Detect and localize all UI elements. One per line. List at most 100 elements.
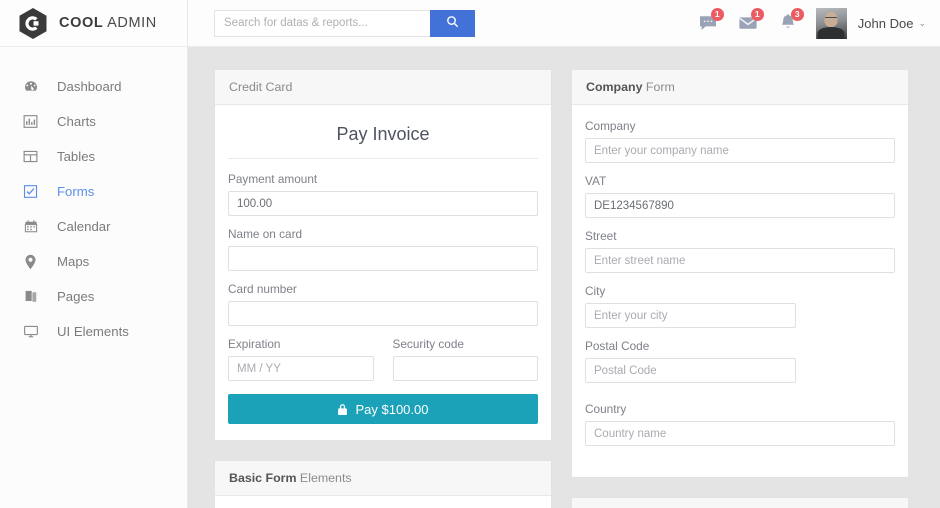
country-label: Country [585, 402, 627, 416]
brand-logo[interactable]: COOL ADMIN [0, 0, 187, 47]
horizontal-form-panel: Horizontal Form [571, 497, 909, 508]
sidebar: COOL ADMIN Dashboard Charts Tables Forms… [0, 0, 188, 508]
name-on-card-label: Name on card [228, 227, 303, 241]
search-icon [446, 15, 459, 31]
payment-amount-input[interactable] [228, 191, 538, 216]
company-form-panel: Company Form Company VAT [571, 69, 909, 478]
brand-name-light: ADMIN [103, 15, 157, 31]
sidebar-item-dashboard[interactable]: Dashboard [0, 69, 187, 104]
avatar-body [817, 26, 845, 39]
avatar-glasses [825, 16, 838, 20]
sidebar-item-calendar[interactable]: Calendar [0, 209, 187, 244]
sidebar-item-label: Pages [57, 289, 95, 304]
expiration-label: Expiration [228, 337, 281, 351]
name-on-card-field: Name on card [228, 227, 538, 271]
company-name-field: Company [585, 119, 895, 163]
sidebar-item-label: Tables [57, 149, 96, 164]
basic-form-header-bold: Basic Form [229, 471, 297, 485]
payment-amount-field: Payment amount [228, 172, 538, 216]
card-number-field: Card number [228, 282, 538, 326]
user-name: John Doe [857, 15, 914, 31]
card-number-label: Card number [228, 282, 297, 296]
main-area: 1 1 3 [188, 0, 940, 508]
expiration-input[interactable] [228, 356, 374, 381]
country-input[interactable] [585, 421, 895, 446]
pay-invoice-button-label: Pay $100.00 [355, 401, 429, 417]
company-form-header-bold: Company [586, 80, 643, 94]
company-form-panel-header: Company Form [572, 70, 908, 105]
table-grid-icon [22, 148, 39, 165]
bell-badge: 3 [790, 8, 804, 21]
security-code-field: Security code [392, 337, 538, 381]
country-field: Country [585, 402, 895, 446]
sidebar-item-label: Maps [57, 254, 90, 269]
company-form-panel-body: Company VAT Street [572, 105, 908, 477]
postal-code-input[interactable] [585, 358, 796, 383]
sidebar-item-label: Dashboard [57, 79, 122, 94]
company-form-header-light: Form [642, 80, 675, 94]
bell-icon[interactable]: 3 [778, 8, 804, 33]
city-field: City [585, 284, 895, 328]
content-area: Credit Card Pay Invoice Payment amount N… [188, 47, 940, 508]
top-header: 1 1 3 [188, 0, 940, 47]
city-label: City [585, 284, 606, 298]
left-column: Credit Card Pay Invoice Payment amount N… [214, 69, 552, 508]
right-column: Company Form Company VAT [571, 69, 909, 508]
checkbox-icon [22, 183, 39, 200]
sidebar-item-label: Charts [57, 114, 96, 129]
credit-card-panel-body: Pay Invoice Payment amount Name on card [215, 105, 551, 440]
sidebar-item-pages[interactable]: Pages [0, 279, 187, 314]
avatar [815, 7, 847, 39]
city-input[interactable] [585, 303, 796, 328]
speedometer-icon [22, 78, 39, 95]
security-code-label: Security code [392, 337, 464, 351]
sidebar-item-forms[interactable]: Forms [0, 174, 187, 209]
brand-name-bold: COOL [59, 15, 104, 31]
postal-code-field: Postal Code [585, 339, 895, 383]
envelope-badge: 1 [750, 8, 764, 21]
expiration-security-row: Expiration Security code [228, 337, 538, 394]
lock-icon [337, 403, 348, 416]
company-name-label: Company [585, 119, 636, 133]
sidebar-item-maps[interactable]: Maps [0, 244, 187, 279]
map-pin-icon [22, 253, 39, 270]
credit-card-panel-header: Credit Card [215, 70, 551, 105]
vat-label: VAT [585, 174, 607, 188]
desktop-icon [22, 323, 39, 340]
card-number-input[interactable] [228, 301, 538, 326]
calendar-icon [22, 218, 39, 235]
envelope-icon[interactable]: 1 [738, 8, 764, 33]
sidebar-item-ui-elements[interactable]: UI Elements [0, 314, 187, 349]
panel-grid: Credit Card Pay Invoice Payment amount N… [214, 69, 914, 508]
basic-form-panel-body [215, 496, 551, 508]
header-icon-group: 1 1 3 [698, 8, 804, 33]
chevron-down-icon: ⌄ [918, 17, 926, 28]
name-on-card-input[interactable] [228, 246, 538, 271]
search-button[interactable] [430, 9, 475, 37]
pay-invoice-title: Pay Invoice [228, 119, 538, 159]
company-name-input[interactable] [585, 138, 895, 163]
sidebar-item-label: Forms [57, 184, 95, 199]
sidebar-item-tables[interactable]: Tables [0, 139, 187, 174]
basic-form-panel-header: Basic Form Elements [215, 461, 551, 496]
street-input[interactable] [585, 248, 895, 273]
sidebar-nav: Dashboard Charts Tables Forms Calendar M… [0, 47, 187, 349]
credit-card-panel: Credit Card Pay Invoice Payment amount N… [214, 69, 552, 441]
security-code-input[interactable] [392, 356, 538, 381]
postal-code-label: Postal Code [585, 339, 650, 353]
user-menu[interactable]: John Doe ⌄ [815, 7, 926, 39]
vat-field: VAT [585, 174, 895, 218]
street-label: Street [585, 229, 617, 243]
horizontal-form-panel-header: Horizontal Form [572, 498, 908, 508]
vat-input[interactable] [585, 193, 895, 218]
pay-invoice-button[interactable]: Pay $100.00 [228, 394, 538, 424]
search-input[interactable] [214, 9, 430, 37]
sidebar-item-charts[interactable]: Charts [0, 104, 187, 139]
basic-form-panel: Basic Form Elements [214, 460, 552, 508]
bar-chart-icon [22, 113, 39, 130]
sidebar-item-label: Calendar [57, 219, 111, 234]
expiration-field: Expiration [228, 337, 374, 381]
basic-form-header-light: Elements [296, 471, 352, 485]
chat-icon[interactable]: 1 [698, 8, 724, 33]
street-field: Street [585, 229, 895, 273]
